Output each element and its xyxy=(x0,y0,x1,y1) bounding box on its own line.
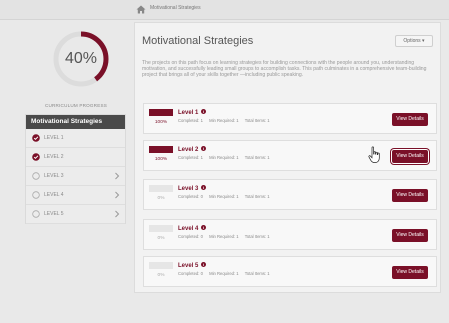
breadcrumb-current[interactable]: Motivational Strategies xyxy=(150,5,201,11)
info-icon[interactable]: i xyxy=(201,146,207,151)
min-required: Min Required: 1 xyxy=(209,234,239,239)
info-icon[interactable]: i xyxy=(201,225,207,230)
level-meta: Completed: 0 Min Required: 1 Total Items… xyxy=(178,234,275,239)
chevron-right-icon xyxy=(114,172,120,180)
curriculum-progress-caption: CURRICULUM PROGRESS xyxy=(45,103,107,108)
level-title: Level 3 i xyxy=(178,185,207,192)
sidebar-item-level-5[interactable]: LEVEL 5 xyxy=(26,205,125,224)
levels-nav: Motivational Strategies LEVEL 1 LEVEL 2 … xyxy=(25,114,126,224)
level-title: Level 2 i xyxy=(178,146,207,153)
curriculum-progress-percent: 40% xyxy=(64,50,98,67)
level-progress-percent: 100% xyxy=(154,120,168,125)
sidebar-item-level-4[interactable]: LEVEL 4 xyxy=(26,186,125,205)
level-title: Level 5 i xyxy=(178,262,207,269)
level-progress-bar xyxy=(149,225,173,232)
page: Motivational Strategies 40% CURRICULUM P… xyxy=(0,0,449,323)
level-progress-percent: 100% xyxy=(154,157,168,162)
completed-count: Completed: 1 xyxy=(178,118,203,123)
completed-count: Completed: 0 xyxy=(178,234,203,239)
total-items: Total Items: 1 xyxy=(244,194,270,199)
level-card: 0% Level 3 i Completed: 0 Min Required: … xyxy=(143,179,437,210)
hand-pointer-cursor-icon xyxy=(368,146,382,164)
chevron-right-icon xyxy=(114,210,120,218)
min-required: Min Required: 1 xyxy=(209,118,239,123)
check-circle-icon xyxy=(32,153,40,161)
level-meta: Completed: 1 Min Required: 1 Total Items… xyxy=(178,155,275,160)
check-circle-icon xyxy=(32,134,40,142)
total-items: Total Items: 1 xyxy=(244,271,270,276)
view-details-button[interactable]: View Details xyxy=(392,229,428,242)
sidebar-item-label: LEVEL 1 xyxy=(44,135,64,141)
sidebar-item-level-2[interactable]: LEVEL 2 xyxy=(26,148,125,167)
empty-circle-icon xyxy=(32,210,40,218)
total-items: Total Items: 1 xyxy=(244,155,270,160)
level-progress-bar xyxy=(149,262,173,269)
level-title: Level 4 i xyxy=(178,225,207,232)
breadcrumb-bar: Motivational Strategies xyxy=(0,0,449,20)
sidebar-item-label: LEVEL 2 xyxy=(44,154,64,160)
sidebar-item-level-3[interactable]: LEVEL 3 xyxy=(26,167,125,186)
view-details-button[interactable]: View Details xyxy=(392,113,428,126)
sidebar-item-label: LEVEL 4 xyxy=(44,192,64,198)
level-progress-percent: 0% xyxy=(157,236,165,241)
completed-count: Completed: 1 xyxy=(178,155,203,160)
level-meta: Completed: 1 Min Required: 1 Total Items… xyxy=(178,118,275,123)
view-details-button[interactable]: View Details xyxy=(391,149,429,164)
home-icon[interactable] xyxy=(136,5,146,14)
view-details-button[interactable]: View Details xyxy=(392,266,428,279)
level-meta: Completed: 0 Min Required: 1 Total Items… xyxy=(178,194,275,199)
view-details-button[interactable]: View Details xyxy=(392,189,428,202)
chevron-right-icon xyxy=(114,191,120,199)
min-required: Min Required: 1 xyxy=(209,194,239,199)
path-description: The projects on this path focus on learn… xyxy=(142,60,427,79)
info-icon[interactable]: i xyxy=(201,185,207,190)
sidebar-item-label: LEVEL 3 xyxy=(44,173,64,179)
level-progress-bar xyxy=(149,146,173,153)
info-icon[interactable]: i xyxy=(201,109,207,114)
levels-nav-header: Motivational Strategies xyxy=(26,115,125,129)
level-meta: Completed: 0 Min Required: 1 Total Items… xyxy=(178,271,275,276)
completed-count: Completed: 0 xyxy=(178,194,203,199)
sidebar-item-label: LEVEL 5 xyxy=(44,211,64,217)
sidebar-item-level-1[interactable]: LEVEL 1 xyxy=(26,129,125,148)
empty-circle-icon xyxy=(32,172,40,180)
level-progress-bar xyxy=(149,185,173,192)
total-items: Total Items: 1 xyxy=(244,234,270,239)
min-required: Min Required: 1 xyxy=(209,155,239,160)
level-card: 0% Level 4 i Completed: 0 Min Required: … xyxy=(143,219,437,250)
options-button[interactable]: Options ▾ xyxy=(395,35,433,47)
info-icon[interactable]: i xyxy=(201,262,207,267)
level-progress-percent: 0% xyxy=(157,196,165,201)
total-items: Total Items: 1 xyxy=(244,118,270,123)
min-required: Min Required: 1 xyxy=(209,271,239,276)
level-card: 100% Level 1 i Completed: 1 Min Required… xyxy=(143,103,437,134)
path-card: Motivational Strategies Options ▾ The pr… xyxy=(134,22,441,293)
sidebar: 40% CURRICULUM PROGRESS Motivational Str… xyxy=(22,22,130,302)
page-title: Motivational Strategies xyxy=(142,35,254,47)
level-progress-bar xyxy=(149,109,173,116)
level-title: Level 1 i xyxy=(178,109,207,116)
completed-count: Completed: 0 xyxy=(178,271,203,276)
level-progress-percent: 0% xyxy=(157,273,165,278)
level-card: 100% Level 2 i Completed: 1 Min Required… xyxy=(143,140,437,171)
level-card: 0% Level 5 i Completed: 0 Min Required: … xyxy=(143,256,437,287)
empty-circle-icon xyxy=(32,191,40,199)
